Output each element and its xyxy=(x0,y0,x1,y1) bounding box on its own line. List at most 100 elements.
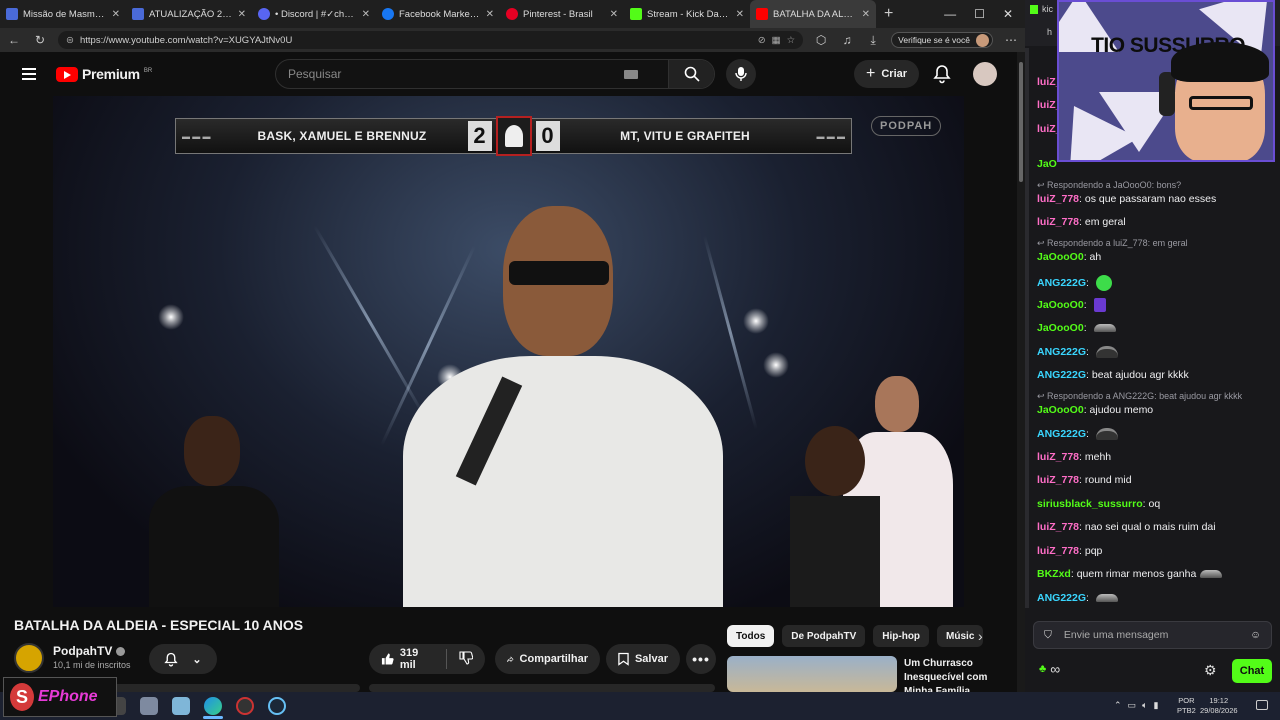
close-icon[interactable]: ✕ xyxy=(362,9,370,20)
chat-username[interactable]: siriusblack_sussurro xyxy=(1037,498,1143,510)
account-avatar[interactable] xyxy=(973,62,997,86)
verify-account-button[interactable]: Verifique se é você xyxy=(891,32,993,48)
infinity-icon[interactable]: ∞ xyxy=(1050,661,1060,677)
tab-discord[interactable]: • Discord | #✓chat | S ✕ xyxy=(252,0,376,28)
chevron-up-icon[interactable]: ⌃ xyxy=(1114,700,1122,711)
chat-send-button[interactable]: Chat xyxy=(1232,659,1272,683)
site-info-icon[interactable]: ⊜ xyxy=(66,35,74,46)
new-tab-button[interactable]: + xyxy=(876,5,901,23)
gear-icon[interactable]: ⚙ xyxy=(1204,662,1217,679)
chat-username[interactable]: JaOooO0 xyxy=(1037,404,1084,416)
tab-facebook[interactable]: Facebook Marketplace | ✕ xyxy=(376,0,500,28)
steam-icon[interactable] xyxy=(268,697,286,715)
recommended-video-thumbnail[interactable] xyxy=(727,656,897,692)
chat-scrollbar[interactable] xyxy=(1025,48,1029,608)
shield-icon[interactable]: ⛉ xyxy=(1044,629,1052,642)
team-right-name: MT, VITU E GRAFITEH xyxy=(620,129,750,143)
subscribed-bell-button[interactable]: ⌄ xyxy=(149,644,217,674)
chat-username[interactable]: ANG222G xyxy=(1037,428,1086,440)
chat-input[interactable]: ⛉ Envie uma mensagem ☺ xyxy=(1033,621,1272,649)
chat-message: JaO xyxy=(1037,158,1057,170)
search-button[interactable] xyxy=(668,60,714,88)
video-player[interactable]: ▬ ▬ ▬ BASK, XAMUEL E BRENNUZ 2 0 MT, VIT… xyxy=(53,96,964,607)
taskbar-app-icon[interactable] xyxy=(140,697,158,715)
tab-youtube-active[interactable]: BATALHA DA ALDEI ✕ xyxy=(750,0,876,28)
like-button[interactable]: 319 mil xyxy=(381,647,434,671)
create-button[interactable]: + Criar xyxy=(854,60,920,88)
chat-username[interactable]: luiZ_778 xyxy=(1037,193,1079,205)
keyboard-icon[interactable] xyxy=(624,69,638,79)
close-icon[interactable]: ✕ xyxy=(736,9,744,20)
search-box[interactable]: Pesquisar xyxy=(275,59,715,89)
tab-pinterest[interactable]: Pinterest - Brasil ✕ xyxy=(500,0,624,28)
chat-username[interactable]: luiZ_778 xyxy=(1037,474,1079,486)
minimize-icon[interactable]: — xyxy=(944,7,956,21)
share-button[interactable]: Compartilhar xyxy=(495,644,600,674)
chat-username[interactable]: ANG222G xyxy=(1037,592,1086,604)
voice-search-button[interactable] xyxy=(726,59,756,89)
chevron-right-icon[interactable]: › xyxy=(978,628,983,644)
tab-missao[interactable]: Missão de Masmorras R ✕ xyxy=(0,0,126,28)
dislike-button[interactable] xyxy=(459,650,474,668)
extensions-icon[interactable]: ⬡ xyxy=(813,33,829,47)
youtube-logo[interactable]: Premium BR xyxy=(56,66,152,82)
badge-icon[interactable]: ♣ xyxy=(1039,663,1046,675)
chat-username[interactable]: luiZ_778 xyxy=(1037,451,1079,463)
battery-icon[interactable]: ▮ xyxy=(1153,700,1158,711)
taskbar-app-icon[interactable] xyxy=(172,697,190,715)
reload-icon[interactable]: ↻ xyxy=(32,33,48,47)
emoji-icon[interactable]: ☺ xyxy=(1250,629,1261,641)
chat-username[interactable]: ANG222G xyxy=(1037,346,1086,358)
chat-username[interactable]: luiZ_778 xyxy=(1037,216,1079,228)
chat-username[interactable]: JaOooO0 xyxy=(1037,322,1084,334)
language-indicator[interactable]: POR PTB2 xyxy=(1177,696,1196,716)
maximize-icon[interactable]: ☐ xyxy=(974,7,985,21)
chat-username[interactable]: ANG222G xyxy=(1037,277,1086,289)
notifications-button[interactable] xyxy=(933,64,951,89)
close-window-icon[interactable]: ✕ xyxy=(1003,7,1013,21)
hamburger-menu-icon[interactable] xyxy=(22,68,36,80)
app-grid-icon[interactable]: ▦ xyxy=(772,35,781,46)
close-icon[interactable]: ✕ xyxy=(486,9,494,20)
search-input[interactable]: Pesquisar xyxy=(288,67,624,81)
chip-all[interactable]: Todos xyxy=(727,625,775,647)
back-icon[interactable]: ← xyxy=(6,33,22,47)
chat-username[interactable]: ANG222G xyxy=(1037,369,1086,381)
close-icon[interactable]: ✕ xyxy=(112,9,120,20)
download-icon[interactable]: ⤓ xyxy=(865,33,881,48)
chat-username[interactable]: JaOooO0 xyxy=(1037,299,1084,311)
save-button[interactable]: Salvar xyxy=(606,644,680,674)
close-icon[interactable]: ✕ xyxy=(862,9,870,20)
eye-off-icon[interactable]: ⊘ xyxy=(758,35,766,46)
streamer-hair xyxy=(1171,42,1269,82)
star-icon[interactable]: ☆ xyxy=(787,35,796,46)
chat-text: em geral xyxy=(1084,216,1126,228)
volume-icon[interactable]: 🔈︎ xyxy=(1142,700,1147,711)
recommended-video-title[interactable]: Um Churrasco Inesquecível com Minha Famí… xyxy=(904,657,1009,693)
url-field[interactable]: ⊜ https://www.youtube.com/watch?v=XUGYAJ… xyxy=(58,31,804,49)
chat-username[interactable]: luiZ_778 xyxy=(1037,521,1079,533)
tab-kick[interactable]: Stream - Kick Dashb ✕ xyxy=(624,0,750,28)
notification-icon[interactable] xyxy=(1256,700,1268,710)
taskbar-app-icon[interactable] xyxy=(236,697,254,715)
page-scrollbar[interactable] xyxy=(1017,52,1025,692)
save-label: Salvar xyxy=(634,653,668,665)
chat-username[interactable]: BKZxd xyxy=(1037,568,1071,580)
chip-from-channel[interactable]: De PodpahTV xyxy=(782,625,866,647)
more-actions-button[interactable]: ••• xyxy=(686,644,716,674)
menu-icon[interactable]: ⋯ xyxy=(1003,33,1019,47)
chat-username[interactable]: JaO xyxy=(1037,158,1057,170)
chat-username[interactable]: JaOooO0 xyxy=(1037,251,1084,263)
close-icon[interactable]: ✕ xyxy=(610,9,618,20)
network-icon[interactable]: ▭ xyxy=(1128,700,1137,711)
media-icon[interactable]: ♫ xyxy=(839,33,855,47)
close-icon[interactable]: ✕ xyxy=(238,9,246,20)
edge-browser-icon[interactable] xyxy=(204,697,222,715)
channel-avatar[interactable] xyxy=(14,643,44,673)
chat-username[interactable]: luiZ_778 xyxy=(1037,545,1079,557)
taskbar-clock[interactable]: 19:12 29/08/2026 xyxy=(1200,696,1238,716)
channel-name-link[interactable]: PodpahTV xyxy=(53,644,126,658)
chip-music[interactable]: Músic xyxy=(937,625,984,647)
tab-atualizacao[interactable]: ATUALIZAÇÃO 2.0 [VERÃ ✕ xyxy=(126,0,252,28)
chip-hiphop[interactable]: Hip-hop xyxy=(873,625,930,647)
